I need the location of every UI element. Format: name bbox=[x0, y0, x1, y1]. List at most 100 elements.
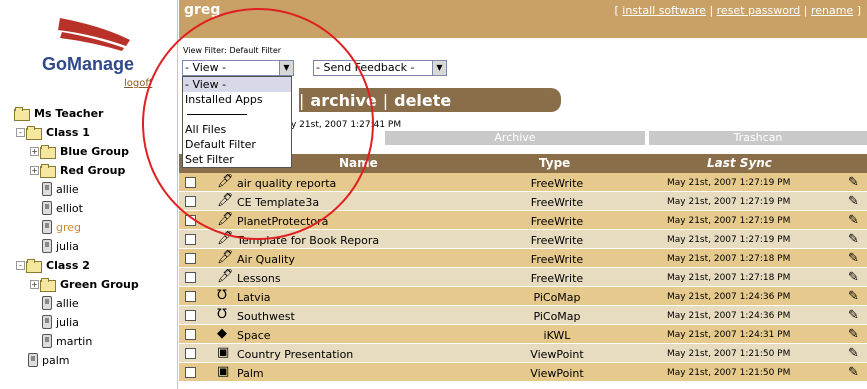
expand-icon[interactable]: + bbox=[30, 165, 39, 175]
dropdown-option[interactable]: Default Filter bbox=[183, 137, 291, 152]
table-row[interactable]: ▣ Palm ViewPoint May 21st, 2007 1:21:50 PM ✎ bbox=[179, 363, 867, 382]
file-name[interactable]: Template for Book Repora bbox=[237, 234, 379, 247]
dropdown-option[interactable]: - View - bbox=[183, 77, 291, 92]
dropdown-option[interactable]: Installed Apps bbox=[183, 92, 291, 107]
logoff-link[interactable]: logoff bbox=[124, 78, 152, 89]
file-name[interactable]: Air Quality bbox=[237, 253, 295, 266]
expand-icon[interactable]: + bbox=[30, 146, 39, 156]
dropdown-option[interactable]: All Files bbox=[183, 122, 291, 137]
edit-icon[interactable]: ✎ bbox=[848, 213, 859, 228]
edit-icon[interactable]: ✎ bbox=[848, 175, 859, 190]
tree-device[interactable]: greg bbox=[42, 218, 81, 236]
row-checkbox[interactable] bbox=[185, 253, 196, 264]
tab-trashcan[interactable]: Trashcan bbox=[649, 131, 867, 145]
table-row[interactable]: 🖊 Air Quality FreeWrite May 21st, 2007 1:27… bbox=[179, 249, 867, 268]
file-name[interactable]: Country Presentation bbox=[237, 348, 353, 361]
header-links: [ install software | reset password | re… bbox=[614, 4, 861, 17]
edit-icon[interactable]: ✎ bbox=[848, 251, 859, 266]
tree-group[interactable]: + Red Group bbox=[30, 161, 125, 179]
palm-device-icon bbox=[42, 220, 52, 234]
column-type[interactable]: Type bbox=[539, 156, 570, 170]
tree-device[interactable]: allie bbox=[42, 180, 79, 198]
table-row[interactable]: 🖊 air quality reporta FreeWrite May 21st, 2… bbox=[179, 173, 867, 192]
header-link-reset-password[interactable]: reset password bbox=[717, 4, 801, 17]
tree-device[interactable]: julia bbox=[42, 313, 79, 331]
row-checkbox[interactable] bbox=[185, 215, 196, 226]
table-row[interactable]: ℧ Latvia PiCoMap May 21st, 2007 1:24:36 PM ✎ bbox=[179, 287, 867, 306]
expand-icon[interactable]: + bbox=[30, 279, 39, 289]
table-row[interactable]: 🖊 Lessons FreeWrite May 21st, 2007 1:27:18 … bbox=[179, 268, 867, 287]
header-link-rename[interactable]: rename bbox=[811, 4, 853, 17]
file-name[interactable]: Southwest bbox=[237, 310, 295, 323]
tree-group[interactable]: + Green Group bbox=[30, 275, 139, 293]
feedback-select[interactable]: - Send Feedback - ▼ bbox=[313, 60, 447, 76]
sidebar: GoManage logoff Ms Teacher - Class 1 + Blue … bbox=[0, 0, 178, 389]
archive-button[interactable]: archive bbox=[310, 91, 376, 110]
collapse-icon[interactable]: - bbox=[16, 260, 25, 270]
file-last-sync: May 21st, 2007 1:27:18 PM bbox=[667, 273, 791, 283]
column-name[interactable]: Name bbox=[339, 156, 378, 170]
file-type: PiCoMap bbox=[533, 310, 581, 323]
row-checkbox[interactable] bbox=[185, 234, 196, 245]
edit-icon[interactable]: ✎ bbox=[848, 289, 859, 304]
freewrite-icon: 🖊 bbox=[217, 231, 234, 246]
folder-icon bbox=[40, 164, 56, 178]
row-checkbox[interactable] bbox=[185, 196, 196, 207]
row-checkbox[interactable] bbox=[185, 291, 196, 302]
file-type: ViewPoint bbox=[530, 348, 584, 361]
row-checkbox[interactable] bbox=[185, 348, 196, 359]
action-bar: | archive | delete bbox=[299, 88, 561, 112]
table-row[interactable]: ◆ Space iKWL May 21st, 2007 1:24:31 PM ✎ bbox=[179, 325, 867, 344]
row-checkbox[interactable] bbox=[185, 272, 196, 283]
edit-icon[interactable]: ✎ bbox=[848, 232, 859, 247]
tree-group[interactable]: + Blue Group bbox=[30, 142, 129, 160]
table-row[interactable]: 🖊 PlanetProtectora FreeWrite May 21st, 2007… bbox=[179, 211, 867, 230]
dropdown-option[interactable]: Set Filter bbox=[183, 152, 291, 167]
tree-group[interactable]: - Class 1 bbox=[16, 123, 90, 141]
tree-device[interactable]: martin bbox=[42, 332, 92, 350]
edit-icon[interactable]: ✎ bbox=[848, 365, 859, 380]
edit-icon[interactable]: ✎ bbox=[848, 194, 859, 209]
table-row[interactable]: ℧ Southwest PiCoMap May 21st, 2007 1:24:36 … bbox=[179, 306, 867, 325]
table-row[interactable]: ▣ Country Presentation ViewPoint May 21st, … bbox=[179, 344, 867, 363]
collapse-icon[interactable]: - bbox=[16, 127, 25, 137]
tree-group[interactable]: - Class 2 bbox=[16, 256, 90, 274]
file-name[interactable]: Palm bbox=[237, 367, 264, 380]
row-checkbox[interactable] bbox=[185, 329, 196, 340]
row-checkbox[interactable] bbox=[185, 310, 196, 321]
column-last-sync[interactable]: Last Sync bbox=[707, 156, 772, 170]
tree-device[interactable]: elliot bbox=[42, 199, 83, 217]
tree-device[interactable]: palm bbox=[28, 351, 70, 369]
file-name[interactable]: Lessons bbox=[237, 272, 281, 285]
file-name[interactable]: Latvia bbox=[237, 291, 271, 304]
row-checkbox[interactable] bbox=[185, 367, 196, 378]
header-link-install-software[interactable]: install software bbox=[622, 4, 706, 17]
file-name[interactable]: PlanetProtectora bbox=[237, 215, 328, 228]
file-name[interactable]: air quality reporta bbox=[237, 177, 336, 190]
table-row[interactable]: 🖊 Template for Book Repora FreeWrite May 21… bbox=[179, 230, 867, 249]
tab-archive[interactable]: Archive bbox=[385, 131, 645, 145]
tree-label: Class 2 bbox=[46, 258, 90, 272]
folder-icon bbox=[40, 278, 56, 292]
edit-icon[interactable]: ✎ bbox=[848, 327, 859, 342]
row-checkbox[interactable] bbox=[185, 177, 196, 188]
tree-group[interactable]: Ms Teacher bbox=[14, 104, 104, 122]
folder-icon bbox=[40, 145, 56, 159]
chevron-down-icon[interactable]: ▼ bbox=[432, 61, 446, 75]
file-last-sync: May 21st, 2007 1:24:36 PM bbox=[667, 292, 791, 302]
table-row[interactable]: 🖊 CE Template3a FreeWrite May 21st, 2007 1:… bbox=[179, 192, 867, 211]
file-name[interactable]: Space bbox=[237, 329, 271, 342]
file-last-sync: May 21st, 2007 1:21:50 PM bbox=[667, 368, 791, 378]
delete-button[interactable]: delete bbox=[394, 91, 451, 110]
link-separator: | bbox=[800, 4, 811, 17]
edit-icon[interactable]: ✎ bbox=[848, 346, 859, 361]
edit-icon[interactable]: ✎ bbox=[848, 308, 859, 323]
tree-device[interactable]: julia bbox=[42, 237, 79, 255]
action-separator: | bbox=[299, 90, 305, 110]
chevron-down-icon[interactable]: ▼ bbox=[279, 61, 293, 75]
file-name[interactable]: CE Template3a bbox=[237, 196, 319, 209]
view-select[interactable]: - View - ▼ bbox=[182, 60, 294, 76]
edit-icon[interactable]: ✎ bbox=[848, 270, 859, 285]
tree-device[interactable]: allie bbox=[42, 294, 79, 312]
file-last-sync: May 21st, 2007 1:21:50 PM bbox=[667, 349, 791, 359]
